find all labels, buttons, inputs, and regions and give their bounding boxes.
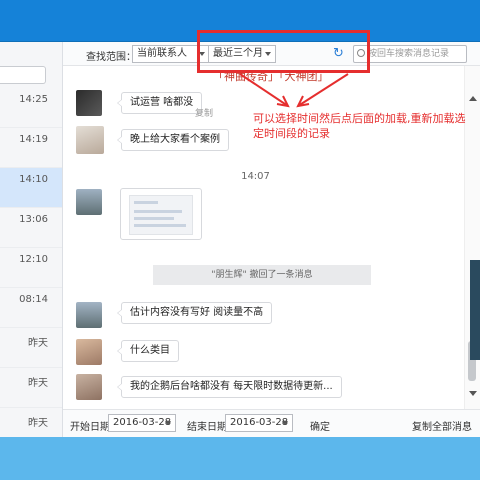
confirm-button[interactable]: 确定 — [310, 418, 330, 433]
date-filter-bar: 开始日期 2016-03-28 结束日期 2016-03-28 确定 复制全部消… — [63, 409, 480, 437]
annotation-arrow-right — [297, 73, 349, 107]
annotation-note: 可以选择时间然后点后面的加载,重新加载选定时间段的记录 — [253, 112, 466, 140]
start-date-picker[interactable]: 2016-03-28 — [108, 414, 176, 432]
annotation-arrow-left — [239, 73, 289, 107]
annotation-arrowhead — [276, 95, 290, 108]
copy-all-button[interactable]: 复制全部消息 — [412, 418, 472, 433]
chevron-down-icon — [165, 421, 171, 425]
start-date-label: 开始日期 — [70, 422, 110, 433]
annotation-arrows — [239, 73, 349, 108]
chevron-down-icon — [282, 421, 288, 425]
desktop-background — [0, 437, 480, 480]
end-date-picker[interactable]: 2016-03-28 — [225, 414, 293, 432]
end-date-value: 2016-03-28 — [230, 417, 289, 428]
end-date-label: 结束日期 — [187, 422, 227, 433]
start-date-value: 2016-03-28 — [113, 417, 172, 428]
